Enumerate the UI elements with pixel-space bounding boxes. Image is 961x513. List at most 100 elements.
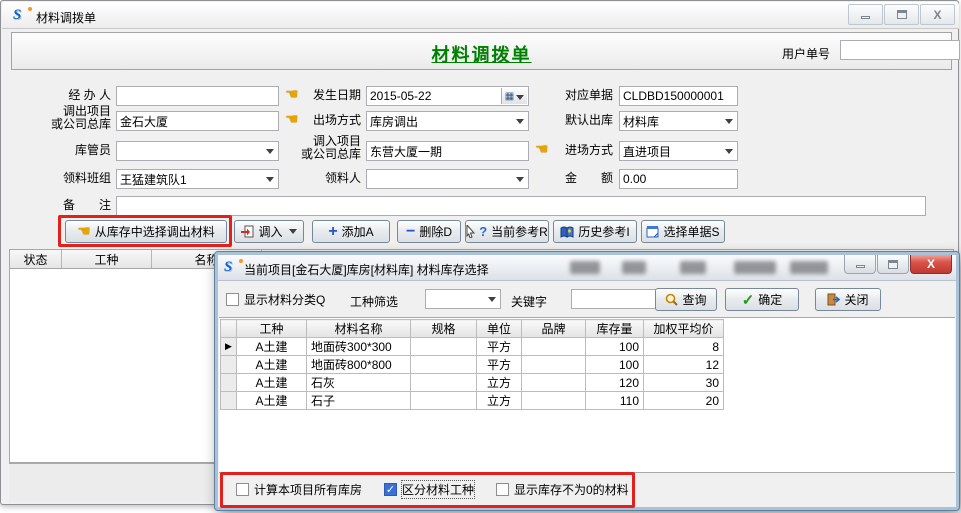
note-icon bbox=[646, 225, 659, 238]
operator-label: 经 办 人 bbox=[7, 89, 111, 102]
col-unit[interactable]: 单位 bbox=[477, 320, 522, 338]
stock-table-header-row: 工种 材料名称 规格 单位 品牌 库存量 加权平均价 bbox=[221, 320, 724, 338]
col-brand[interactable]: 品牌 bbox=[522, 320, 586, 338]
out-mode-select[interactable]: 库房调出 bbox=[366, 111, 529, 131]
search-button[interactable]: 查询 bbox=[655, 288, 717, 311]
book-icon bbox=[560, 226, 574, 238]
default-store-select[interactable]: 材料库 bbox=[619, 111, 738, 131]
col-status[interactable]: 状态 bbox=[10, 250, 62, 268]
remark-input[interactable] bbox=[116, 196, 926, 216]
col-trade[interactable]: 工种 bbox=[237, 320, 307, 338]
checkbox-checked-icon: ✓ bbox=[384, 483, 397, 496]
history-ref-button[interactable]: 历史参考I bbox=[553, 220, 637, 243]
chevron-down-icon bbox=[516, 119, 524, 124]
keyword-input[interactable] bbox=[571, 289, 663, 309]
transfer-in-button[interactable]: 调入 bbox=[234, 220, 304, 243]
amount-label: 金 额 bbox=[553, 172, 613, 185]
col-avg-price[interactable]: 加权平均价 bbox=[644, 320, 724, 338]
maximize-button[interactable] bbox=[884, 4, 919, 25]
keyword-label: 关键字 bbox=[511, 293, 547, 310]
checkbox-icon bbox=[226, 293, 239, 306]
close-icon: X bbox=[933, 8, 941, 22]
close-icon: X bbox=[927, 257, 935, 271]
chevron-down-icon bbox=[516, 177, 524, 182]
show-category-checkbox[interactable]: 显示材料分类Q bbox=[226, 291, 325, 308]
redacted-text bbox=[680, 261, 706, 274]
dialog-footer: 计算本项目所有库房 ✓ 区分材料工种 显示库存不为0的材料 bbox=[219, 473, 955, 507]
current-ref-button[interactable]: ? 当前参考R bbox=[465, 220, 549, 243]
chevron-down-icon bbox=[266, 149, 274, 154]
date-input[interactable]: 2015-05-22 ▦ bbox=[366, 86, 529, 106]
restore-icon bbox=[888, 260, 898, 269]
out-mode-label: 出场方式 bbox=[297, 114, 361, 127]
amount-input[interactable] bbox=[619, 169, 738, 189]
col-trade[interactable]: 工种 bbox=[62, 250, 152, 268]
dialog-title: 当前项目[金石大厦]库房[材料库] 材料库存选择 bbox=[244, 261, 489, 278]
close-button[interactable]: X bbox=[920, 4, 955, 25]
dialog-minimize-button[interactable] bbox=[844, 255, 876, 274]
default-store-label: 默认出库 bbox=[553, 114, 613, 127]
titlebar[interactable]: S 材料调拨单 X bbox=[2, 2, 959, 29]
minimize-icon bbox=[861, 16, 870, 19]
dialog-titlebar[interactable]: S 当前项目[金石大厦]库房[材料库] 材料库存选择 X bbox=[218, 255, 956, 281]
out-project-input[interactable] bbox=[116, 111, 279, 131]
chevron-down-icon bbox=[488, 297, 496, 302]
chevron-down-icon bbox=[725, 119, 733, 124]
keeper-select[interactable] bbox=[116, 141, 279, 161]
table-row[interactable]: ▶ A土建 地面砖300*300 平方 100 8 bbox=[221, 338, 724, 356]
date-label: 发生日期 bbox=[297, 89, 361, 102]
plus-icon: + bbox=[328, 226, 337, 238]
doc-no-input[interactable] bbox=[619, 86, 738, 106]
operator-input[interactable] bbox=[116, 86, 279, 106]
trade-filter-select[interactable] bbox=[425, 289, 501, 309]
col-spec[interactable]: 规格 bbox=[411, 320, 477, 338]
hand-picker-icon[interactable]: ☚ bbox=[535, 143, 548, 157]
calc-all-warehouses-checkbox[interactable]: 计算本项目所有库房 bbox=[236, 481, 362, 498]
select-from-stock-button[interactable]: ☚ 从库存中选择调出材料 bbox=[65, 220, 227, 243]
row-selector-header bbox=[221, 320, 237, 338]
check-icon: ✓ bbox=[742, 291, 755, 309]
chevron-down-icon bbox=[266, 177, 274, 182]
header-panel: 材料调拨单 用户单号 bbox=[11, 32, 952, 70]
pick-team-select[interactable]: 王猛建筑队1 bbox=[116, 169, 279, 189]
dialog-restore-button[interactable] bbox=[877, 255, 909, 274]
table-row[interactable]: A土建 地面砖800*800 平方 100 12 bbox=[221, 356, 724, 374]
calendar-icon[interactable]: ▦ bbox=[501, 88, 527, 104]
in-mode-select[interactable]: 直进项目 bbox=[619, 141, 738, 161]
ok-button[interactable]: ✓ 确定 bbox=[725, 288, 799, 311]
minus-icon: − bbox=[406, 227, 415, 237]
distinguish-trade-checkbox[interactable]: ✓ 区分材料工种 bbox=[384, 481, 474, 498]
table-row[interactable]: A土建 石子 立方 110 20 bbox=[221, 392, 724, 410]
redacted-text bbox=[734, 261, 776, 274]
app-logo-icon: S bbox=[224, 259, 242, 277]
picker-label: 领料人 bbox=[297, 172, 361, 185]
doc-no-label: 对应单据 bbox=[553, 89, 613, 102]
user-no-input[interactable] bbox=[840, 40, 960, 60]
redacted-text bbox=[570, 261, 600, 274]
in-project-input[interactable] bbox=[366, 141, 529, 161]
minimize-icon bbox=[856, 265, 865, 268]
app-logo-icon: S bbox=[13, 7, 31, 25]
minimize-button[interactable] bbox=[848, 4, 883, 25]
dialog-close-button[interactable]: X bbox=[910, 255, 952, 274]
checkbox-icon bbox=[236, 483, 249, 496]
stock-table-area: 工种 材料名称 规格 单位 品牌 库存量 加权平均价 ▶ A土建 地面砖300*… bbox=[219, 317, 955, 473]
add-button[interactable]: +添加A bbox=[312, 220, 390, 243]
delete-button[interactable]: −删除D bbox=[397, 220, 461, 243]
keeper-label: 库管员 bbox=[7, 144, 111, 157]
question-icon: ? bbox=[479, 224, 487, 239]
table-row[interactable]: A土建 石灰 立方 120 30 bbox=[221, 374, 724, 392]
nonzero-stock-checkbox[interactable]: 显示库存不为0的材料 bbox=[496, 481, 629, 498]
col-stock[interactable]: 库存量 bbox=[586, 320, 644, 338]
chevron-down-icon bbox=[289, 229, 297, 234]
window-title: 材料调拨单 bbox=[36, 9, 96, 26]
redacted-text bbox=[622, 261, 646, 274]
import-doc-icon bbox=[241, 225, 254, 238]
current-row-arrow-icon: ▶ bbox=[221, 338, 237, 356]
out-project-label: 调出项目 或公司总库 bbox=[7, 105, 111, 131]
dialog-close-action-button[interactable]: 关闭 bbox=[815, 288, 881, 311]
select-doc-button[interactable]: 选择单据S bbox=[641, 220, 725, 243]
col-material-name[interactable]: 材料名称 bbox=[307, 320, 411, 338]
picker-select[interactable] bbox=[366, 169, 529, 189]
stock-table: 工种 材料名称 规格 单位 品牌 库存量 加权平均价 ▶ A土建 地面砖300*… bbox=[220, 319, 724, 410]
